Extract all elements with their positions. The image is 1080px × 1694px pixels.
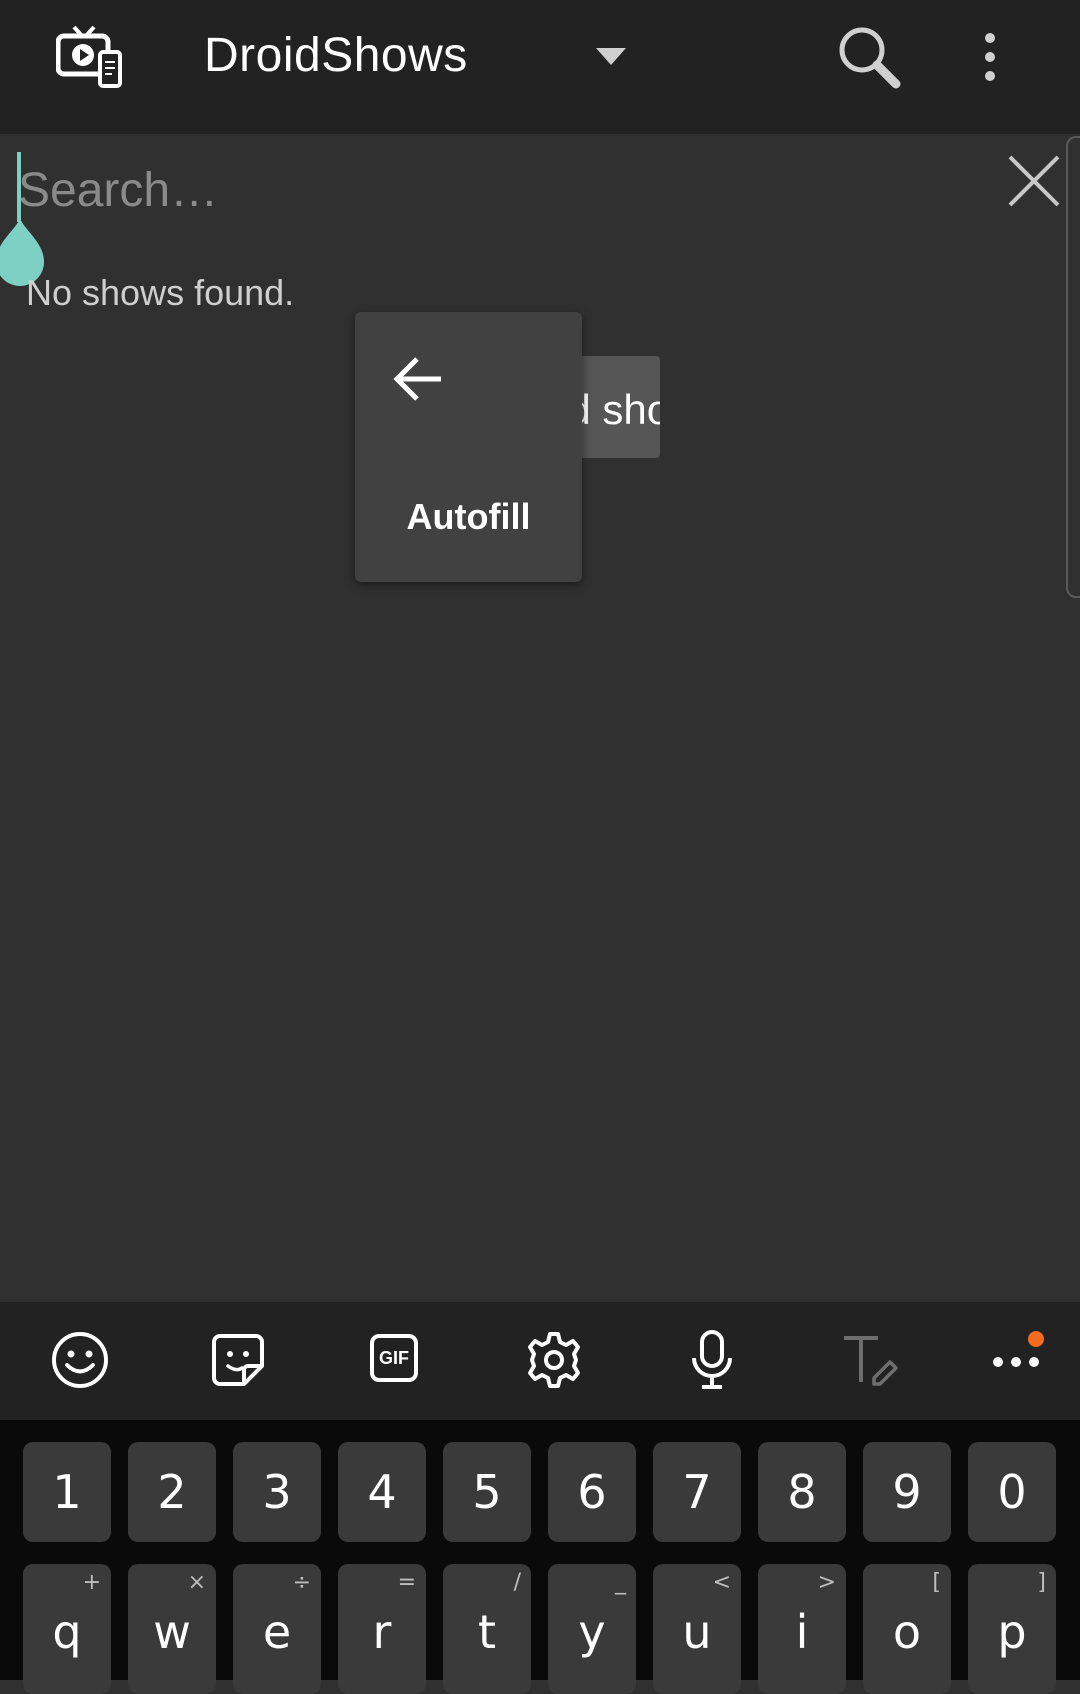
- key-label: 9: [892, 1465, 922, 1519]
- back-arrow-icon[interactable]: [393, 356, 443, 402]
- key-u[interactable]: < u: [653, 1564, 741, 1694]
- key-hint: [: [932, 1570, 941, 1595]
- key-hint: +: [82, 1570, 101, 1595]
- key-hint: >: [817, 1570, 836, 1595]
- close-icon[interactable]: [1006, 153, 1062, 209]
- key-o[interactable]: [o: [863, 1564, 951, 1694]
- key-hint: ÷: [292, 1570, 311, 1595]
- key-label: 4: [367, 1465, 397, 1519]
- key-2[interactable]: 2: [128, 1442, 216, 1542]
- key-t[interactable]: / t: [443, 1564, 531, 1694]
- key-3[interactable]: 3: [233, 1442, 321, 1542]
- key-p[interactable]: ] p: [968, 1564, 1056, 1694]
- key-label: 3: [262, 1465, 292, 1519]
- search-input[interactable]: [18, 150, 968, 230]
- notification-dot: [1028, 1331, 1044, 1347]
- gif-label: GIF: [370, 1334, 418, 1382]
- key-8[interactable]: 8: [758, 1442, 846, 1542]
- key-hint: <: [712, 1570, 731, 1595]
- key-label: 0: [997, 1465, 1027, 1519]
- app-title[interactable]: DroidShows: [204, 28, 468, 83]
- microphone-icon[interactable]: [680, 1328, 744, 1392]
- key-hint: ×: [187, 1570, 206, 1595]
- tv-app-icon: [56, 25, 122, 88]
- emoji-icon[interactable]: [48, 1328, 112, 1392]
- key-label: 8: [787, 1465, 817, 1519]
- key-label: 5: [472, 1465, 502, 1519]
- search-icon[interactable]: [836, 24, 902, 90]
- key-i[interactable]: > i: [758, 1564, 846, 1694]
- sticker-icon[interactable]: [206, 1328, 270, 1392]
- key-0[interactable]: 0: [968, 1442, 1056, 1542]
- key-y[interactable]: _ y: [548, 1564, 636, 1694]
- key-7[interactable]: 7: [653, 1442, 741, 1542]
- key-q[interactable]: + q: [23, 1564, 111, 1694]
- key-9[interactable]: 9: [863, 1442, 951, 1542]
- text-cursor: [17, 152, 21, 222]
- app-bar: [0, 0, 1080, 134]
- autofill-menu: Autofill: [355, 312, 582, 582]
- scroll-container-edge: [1066, 136, 1080, 598]
- text-edit-icon[interactable]: [838, 1328, 902, 1392]
- key-4[interactable]: 4: [338, 1442, 426, 1542]
- key-r[interactable]: = r: [338, 1564, 426, 1694]
- gif-icon[interactable]: GIF: [364, 1328, 428, 1392]
- key-1[interactable]: 1: [23, 1442, 111, 1542]
- key-label: 6: [577, 1465, 607, 1519]
- key-6[interactable]: 6: [548, 1442, 636, 1542]
- key-w[interactable]: × w: [128, 1564, 216, 1694]
- dropdown-arrow-icon[interactable]: [596, 48, 626, 66]
- key-label: 1: [52, 1465, 82, 1519]
- key-5[interactable]: 5: [443, 1442, 531, 1542]
- key-hint: =: [397, 1570, 416, 1595]
- key-hint: ]: [1037, 1570, 1046, 1595]
- overflow-menu-icon[interactable]: [976, 30, 1004, 84]
- key-label: 7: [682, 1465, 712, 1519]
- settings-icon[interactable]: [522, 1328, 586, 1392]
- autofill-menu-item[interactable]: Autofill: [355, 496, 582, 538]
- key-hint: /: [513, 1570, 521, 1595]
- key-label: 2: [157, 1465, 187, 1519]
- key-e[interactable]: ÷ e: [233, 1564, 321, 1694]
- empty-state-text: No shows found.: [26, 272, 295, 313]
- key-hint: _: [615, 1570, 626, 1595]
